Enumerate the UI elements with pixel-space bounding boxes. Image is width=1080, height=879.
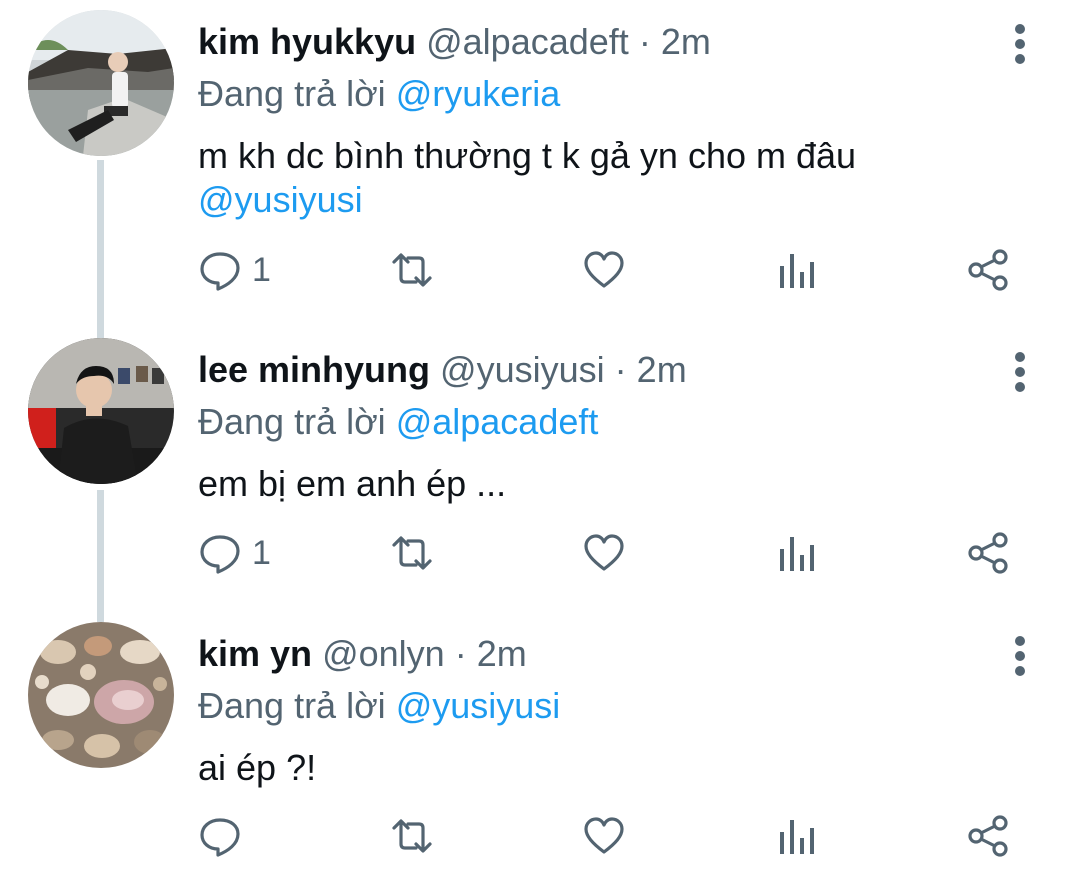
like-button[interactable]: [582, 806, 626, 866]
tweet-text: ai ép ?!: [198, 746, 1018, 790]
separator: ·: [638, 21, 651, 62]
tweet-header: kim hyukkyu @alpacadeft · 2m: [198, 20, 711, 64]
replying-to-label: Đang trả lời: [198, 73, 386, 114]
retweet-icon: [392, 536, 432, 570]
tweet-actions: 1: [0, 240, 1080, 300]
avatar[interactable]: [28, 10, 174, 156]
avatar[interactable]: [28, 622, 174, 768]
more-options-icon[interactable]: [1005, 636, 1035, 676]
reply-count: 1: [252, 534, 271, 572]
heart-icon: [584, 817, 624, 854]
tweet-text: m kh dc bình thường t k gả yn cho m đâu …: [198, 134, 1018, 222]
share-button[interactable]: [966, 240, 1010, 300]
tweet-body: ai ép ?!: [198, 747, 317, 788]
like-button[interactable]: [582, 523, 626, 583]
tweet-header: lee minhyung @yusiyusi · 2m: [198, 348, 687, 392]
replying-to-mention[interactable]: @yusiyusi: [396, 685, 561, 726]
replying-to-label: Đang trả lời: [198, 685, 386, 726]
tweet-body: m kh dc bình thường t k gả yn cho m đâu: [198, 135, 857, 176]
user-handle[interactable]: @onlyn: [322, 633, 445, 674]
tweet-actions: [0, 806, 1080, 866]
tweet-header: kim yn @onlyn · 2m: [198, 632, 527, 676]
share-icon: [968, 532, 1008, 574]
retweet-icon: [392, 253, 432, 287]
separator: ·: [614, 349, 627, 390]
replying-to: Đang trả lời @yusiyusi: [198, 684, 560, 728]
timestamp[interactable]: 2m: [477, 633, 527, 674]
share-icon: [968, 815, 1008, 857]
tweet-mention[interactable]: @yusiyusi: [198, 178, 1018, 222]
reply-icon: [200, 535, 240, 574]
avatar[interactable]: [28, 338, 174, 484]
share-button[interactable]: [966, 806, 1010, 866]
user-handle[interactable]: @yusiyusi: [440, 349, 605, 390]
replying-to-mention[interactable]: @alpacadeft: [396, 401, 599, 442]
retweet-button[interactable]: [390, 240, 434, 300]
reply-button[interactable]: 1: [198, 240, 271, 300]
display-name[interactable]: kim hyukkyu: [198, 21, 416, 62]
analytics-button[interactable]: [774, 240, 818, 300]
analytics-icon: [780, 537, 814, 571]
heart-icon: [584, 534, 624, 571]
share-button[interactable]: [966, 523, 1010, 583]
tweet[interactable]: lee minhyung @yusiyusi · 2m Đang trả lời…: [0, 338, 1080, 608]
separator: ·: [454, 633, 467, 674]
tweet[interactable]: kim yn @onlyn · 2m Đang trả lời @yusiyus…: [0, 622, 1080, 879]
retweet-button[interactable]: [390, 523, 434, 583]
heart-icon: [584, 251, 624, 288]
analytics-button[interactable]: [774, 523, 818, 583]
timestamp[interactable]: 2m: [661, 21, 711, 62]
reply-button[interactable]: 1: [198, 523, 271, 583]
like-button[interactable]: [582, 240, 626, 300]
replying-to: Đang trả lời @ryukeria: [198, 72, 560, 116]
more-options-icon[interactable]: [1005, 352, 1035, 392]
profile-photo-outdoor-icon: [28, 10, 174, 156]
display-name[interactable]: kim yn: [198, 633, 312, 674]
replying-to-label: Đang trả lời: [198, 401, 386, 442]
profile-photo-indoor-icon: [28, 338, 174, 484]
analytics-button[interactable]: [774, 806, 818, 866]
tweet-body: em bị em anh ép ...: [198, 463, 507, 504]
display-name[interactable]: lee minhyung: [198, 349, 430, 390]
tweet-actions: 1: [0, 523, 1080, 583]
replying-to-mention[interactable]: @ryukeria: [396, 73, 561, 114]
more-options-icon[interactable]: [1005, 24, 1035, 64]
share-icon: [968, 249, 1008, 291]
profile-photo-seashells-icon: [28, 622, 174, 768]
tweet[interactable]: kim hyukkyu @alpacadeft · 2m Đang trả lờ…: [0, 10, 1080, 310]
tweet-text: em bị em anh ép ...: [198, 462, 1018, 506]
reply-count: 1: [252, 251, 271, 289]
retweet-icon: [392, 819, 432, 853]
analytics-icon: [780, 820, 814, 854]
reply-icon: [200, 252, 240, 291]
reply-button[interactable]: [198, 806, 252, 866]
reply-icon: [200, 818, 240, 857]
user-handle[interactable]: @alpacadeft: [426, 21, 629, 62]
replying-to: Đang trả lời @alpacadeft: [198, 400, 598, 444]
timestamp[interactable]: 2m: [637, 349, 687, 390]
analytics-icon: [780, 254, 814, 288]
retweet-button[interactable]: [390, 806, 434, 866]
